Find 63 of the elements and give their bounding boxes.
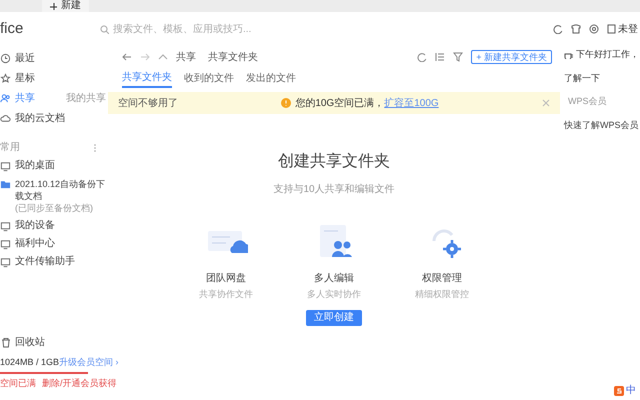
greeting-text: 下午好打工作， [576, 48, 639, 61]
plus-icon [50, 2, 57, 10]
monitor-icon [0, 239, 11, 250]
sidebar-item[interactable]: 文件传输助手 [0, 253, 108, 271]
panel-link[interactable]: 快速了解WPS会员 [564, 118, 640, 132]
list-view-icon [435, 52, 446, 62]
new-shared-folder-button[interactable]: + 新建共享文件夹 [471, 50, 552, 64]
ime-logo-icon [614, 386, 624, 396]
sidebar-item[interactable]: 福利中心 [0, 235, 108, 253]
search-icon [100, 24, 109, 34]
back-icon [122, 52, 132, 62]
feature-desc: 精细权限管控 [415, 288, 469, 301]
people-icon [0, 92, 11, 104]
warning-icon [281, 98, 292, 108]
feature-title: 团队网盘 [206, 272, 246, 286]
filter-icon [453, 52, 464, 62]
feature-desc: 共享协作文件 [199, 288, 253, 301]
empty-subtitle: 支持与10人共享和编辑文件 [273, 182, 395, 197]
sidebar-item[interactable]: 2021.10.12自动备份下载文档 (已同步至备份文档) [0, 175, 108, 217]
folder-icon [0, 179, 11, 190]
monitor-icon [0, 161, 11, 172]
breadcrumb-item[interactable]: 共享 [176, 50, 196, 64]
login-link[interactable]: 未登 [618, 22, 638, 36]
gear-icon [589, 24, 599, 34]
banner-message: 您的10G空间已满，扩容至100G [295, 96, 439, 110]
storage-action-link[interactable]: 删除/开通会员获得 [42, 376, 117, 390]
app-logo: fice [0, 18, 24, 39]
section-heading: 了解一下 [564, 72, 601, 84]
forward-icon [140, 52, 150, 62]
feature-title: 多人编辑 [314, 272, 354, 286]
sidebar-item[interactable]: 回收站 [0, 332, 108, 352]
section-label: 常用 [0, 140, 20, 155]
star-icon [0, 72, 11, 84]
search-field[interactable]: 搜索文件、模板、应用或技巧... [113, 22, 293, 36]
sidebar-item[interactable]: 星标 [0, 68, 108, 88]
up-icon [158, 52, 168, 62]
ime-mode-button[interactable]: 中 [626, 383, 636, 398]
clock-icon [0, 52, 11, 64]
feature-desc: 多人实时协作 [307, 288, 361, 301]
refresh-icon [553, 24, 563, 34]
sidebar-item[interactable]: 我的设备 [0, 217, 108, 235]
monitor-icon [0, 257, 11, 268]
refresh-icon [417, 52, 428, 62]
cloud-icon [0, 112, 11, 124]
sidebar-item[interactable]: 我的云文档 [0, 108, 108, 128]
breadcrumb-item[interactable]: 共享文件夹 [208, 50, 258, 64]
empty-title: 创建共享文件夹 [278, 152, 390, 172]
tab[interactable]: 收到的文件 [184, 68, 234, 88]
banner-text: 空间不够用了 [118, 96, 178, 110]
close-icon [542, 99, 550, 107]
monitor-icon [0, 221, 11, 232]
tab[interactable]: 发出的文件 [246, 68, 296, 88]
sidebar-item[interactable]: 我的桌面 [0, 157, 108, 175]
sidebar-item[interactable]: 共享 我的共享 [0, 88, 108, 108]
shirt-icon [571, 24, 581, 34]
feature-title: 权限管理 [422, 272, 462, 286]
user-icon [607, 24, 616, 34]
create-button[interactable]: 立即创建 [306, 310, 362, 326]
sidebar-item[interactable]: 最近 [0, 48, 108, 68]
storage-warning: 空间已满 [0, 376, 36, 390]
storage-usage: 1024MB / 1GB [0, 356, 60, 369]
tab[interactable]: 共享文件夹 [122, 68, 172, 88]
trash-icon [0, 336, 11, 348]
